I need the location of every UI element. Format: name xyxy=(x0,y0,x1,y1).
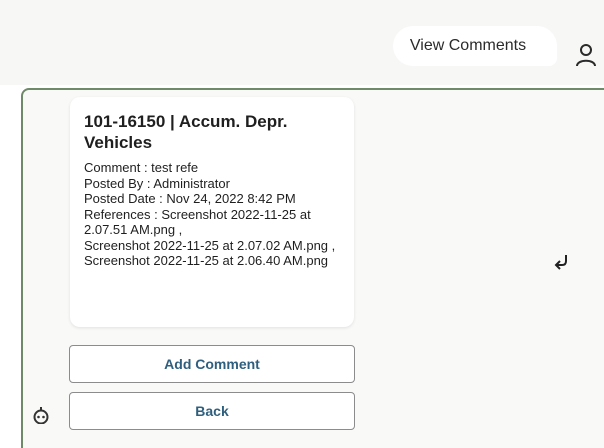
posted-date: Posted Date : Nov 24, 2022 8:42 PM xyxy=(84,191,296,206)
add-comment-button[interactable]: Add Comment xyxy=(69,345,355,383)
reference-item[interactable]: Screenshot 2022-11-25 at 2.06.40 AM.png xyxy=(84,253,340,269)
references-label: References : Screenshot 2022-11-25 at 2.… xyxy=(84,206,311,238)
assistant-icon[interactable] xyxy=(31,406,51,424)
undo-icon[interactable] xyxy=(553,253,573,271)
account-title: 101-16150 | Accum. Depr. Vehicles xyxy=(84,112,288,152)
view-comments-tab[interactable]: View Comments xyxy=(393,26,557,66)
posted-by: Posted By : Administrator xyxy=(84,175,230,191)
user-icon[interactable] xyxy=(575,42,597,68)
comment-card: 101-16150 | Accum. Depr. Vehicles Commen… xyxy=(70,97,354,327)
comment-text: Comment : test refe xyxy=(84,160,199,175)
reference-item[interactable]: Screenshot 2022-11-25 at 2.07.02 AM.png … xyxy=(84,238,340,254)
back-button[interactable]: Back xyxy=(69,392,355,430)
